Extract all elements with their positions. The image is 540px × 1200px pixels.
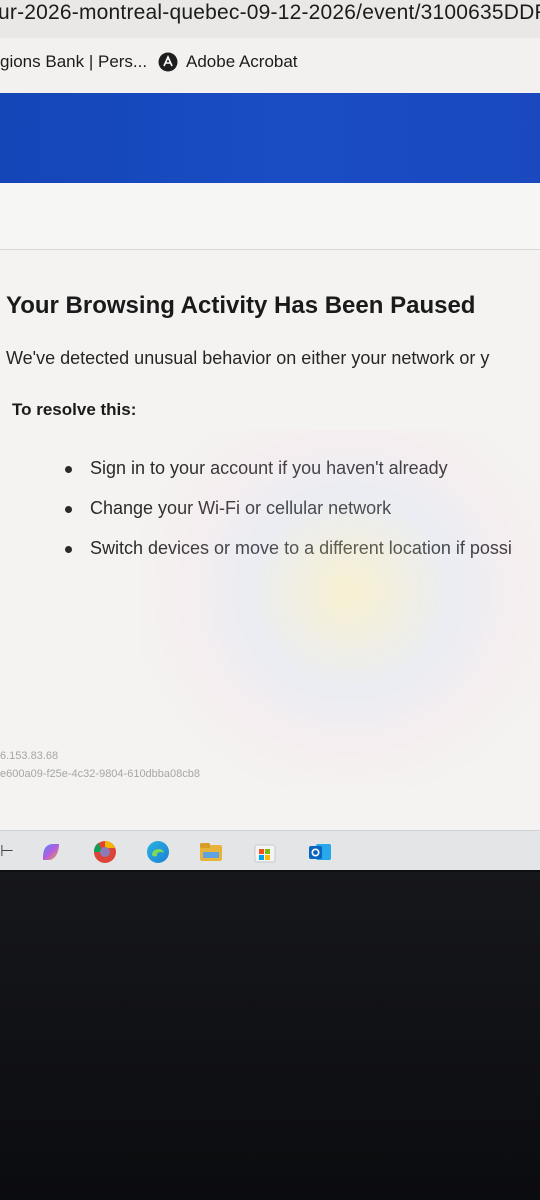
- ip-address: 6.153.83.68: [0, 750, 59, 762]
- acrobat-icon: [158, 52, 178, 72]
- start-edge-icon[interactable]: ⊢: [0, 841, 14, 861]
- step-label: Change your Wi-Fi or cellular network: [90, 498, 392, 518]
- bookmark-label: gions Bank | Pers...: [0, 52, 148, 71]
- monitor-bezel: [0, 872, 540, 1200]
- step-label: Switch devices or move to a different lo…: [90, 538, 512, 558]
- address-bar[interactable]: ur-2026-montreal-quebec-09-12-2026/event…: [0, 0, 540, 39]
- reference-id: e600a09-f25e-4c32-9804-610dbba08cb8: [0, 768, 201, 780]
- page-title: Your Browsing Activity Has Been Paused: [6, 292, 476, 319]
- microsoft-store-icon[interactable]: [252, 839, 278, 865]
- site-subheader: [0, 183, 540, 250]
- bookmark-regions-bank[interactable]: gions Bank | Pers...: [0, 52, 147, 72]
- page-description: We've detected unusual behavior on eithe…: [6, 348, 490, 368]
- page-content: Your Browsing Activity Has Been Paused W…: [0, 250, 540, 830]
- outlook-icon[interactable]: [307, 839, 333, 865]
- chrome-profile-icon[interactable]: [92, 839, 118, 865]
- file-explorer-icon[interactable]: [198, 839, 224, 865]
- copilot-icon[interactable]: [38, 839, 64, 865]
- edge-icon[interactable]: [145, 839, 171, 865]
- url-text[interactable]: ur-2026-montreal-quebec-09-12-2026/event…: [0, 1, 540, 25]
- bullet-icon: [65, 546, 72, 553]
- monitor-screen: ur-2026-montreal-quebec-09-12-2026/event…: [0, 0, 540, 870]
- site-header-banner: [0, 93, 540, 183]
- bookmark-label: Adobe Acrobat: [186, 52, 298, 71]
- bookmark-adobe-acrobat[interactable]: Adobe Acrobat: [158, 52, 298, 72]
- taskbar: ⊢: [0, 830, 540, 870]
- bookmarks-bar: gions Bank | Pers... Adobe Acrobat: [0, 38, 540, 92]
- step-label: Sign in to your account if you haven't a…: [90, 458, 448, 478]
- bullet-icon: [65, 466, 72, 473]
- bullet-icon: [65, 506, 72, 513]
- resolve-heading: To resolve this:: [12, 400, 137, 419]
